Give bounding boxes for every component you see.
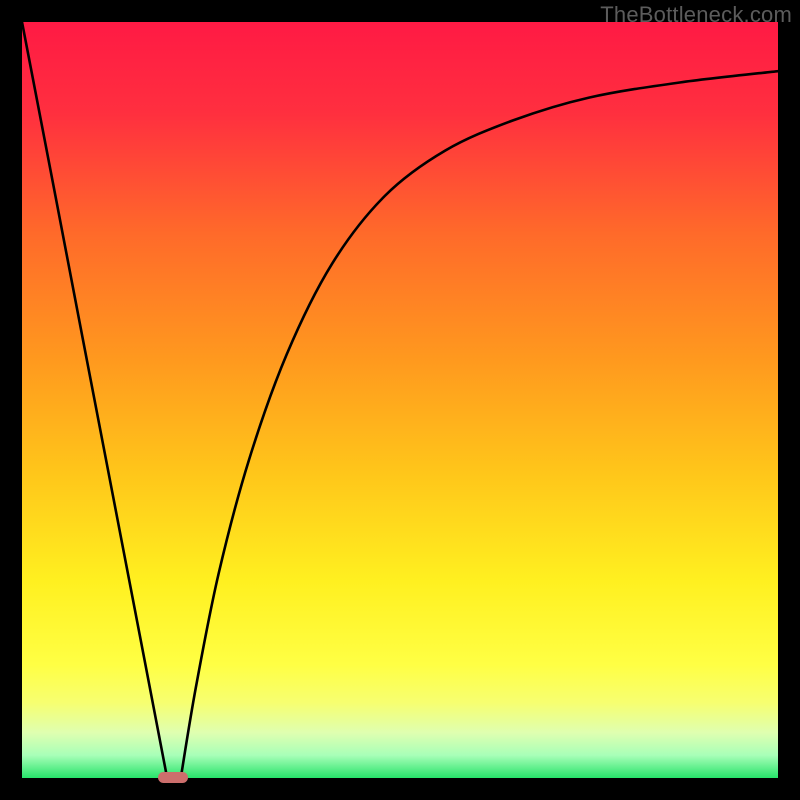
watermark-label: TheBottleneck.com bbox=[600, 2, 792, 28]
chart-frame: TheBottleneck.com bbox=[0, 0, 800, 800]
optimal-marker bbox=[158, 772, 188, 783]
bottleneck-curve bbox=[22, 22, 778, 778]
plot-area bbox=[22, 22, 778, 778]
